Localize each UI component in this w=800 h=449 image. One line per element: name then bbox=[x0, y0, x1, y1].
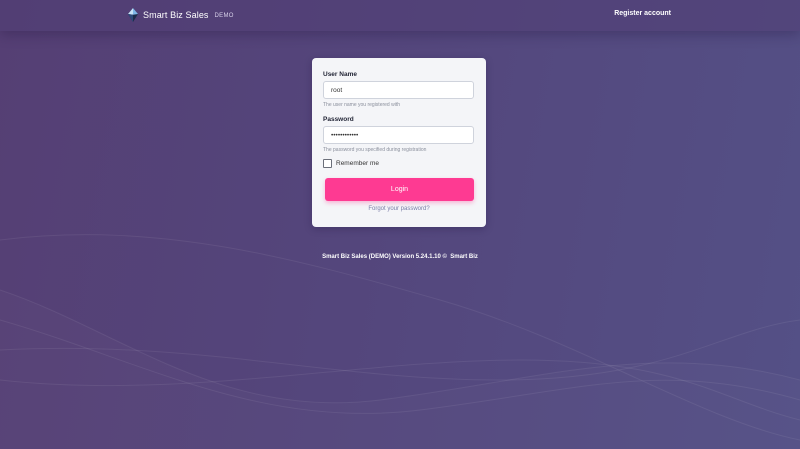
brand-demo-badge: DEMO bbox=[214, 12, 234, 19]
username-help: The user name you registered with bbox=[323, 102, 400, 108]
diamond-logo-icon bbox=[128, 8, 138, 22]
top-navbar: Smart Biz Sales DEMO Register account bbox=[0, 0, 800, 31]
brand[interactable]: Smart Biz Sales DEMO bbox=[128, 8, 234, 22]
password-input[interactable] bbox=[323, 126, 474, 144]
login-button[interactable]: Login bbox=[325, 178, 474, 201]
login-card: User Name The user name you registered w… bbox=[312, 58, 486, 227]
brand-name: Smart Biz Sales bbox=[143, 10, 209, 20]
remember-me-label: Remember me bbox=[336, 160, 379, 167]
footer-company-link[interactable]: Smart Biz bbox=[450, 254, 478, 260]
password-help: The password you specified during regist… bbox=[323, 147, 427, 153]
username-label: User Name bbox=[323, 71, 357, 78]
remember-me-checkbox[interactable] bbox=[323, 159, 332, 168]
remember-me[interactable]: Remember me bbox=[323, 159, 379, 168]
footer: Smart Biz Sales (DEMO) Version 5.24.1.10… bbox=[0, 254, 800, 260]
username-input[interactable] bbox=[323, 81, 474, 99]
footer-version: Smart Biz Sales (DEMO) Version 5.24.1.10… bbox=[322, 254, 447, 260]
register-account-link[interactable]: Register account bbox=[614, 10, 671, 17]
password-label: Password bbox=[323, 116, 354, 123]
forgot-password-link[interactable]: Forgot your password? bbox=[312, 206, 486, 212]
